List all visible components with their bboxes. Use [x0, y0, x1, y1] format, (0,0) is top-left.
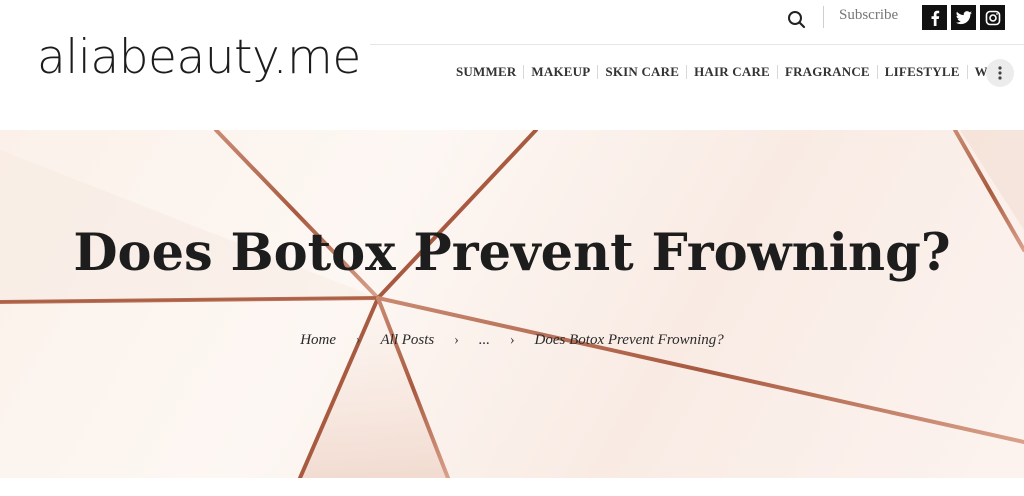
breadcrumb-ellipsis[interactable]: ...	[479, 332, 490, 349]
chevron-right-icon: ›	[454, 332, 460, 348]
site-header: aliabeauty.me Subscribe SUMMER MAKEUP SK…	[0, 0, 1024, 130]
page-title: Does Botox Prevent Frowning?	[73, 223, 951, 283]
breadcrumb-home[interactable]: Home	[300, 332, 336, 349]
nav-item-fragrance[interactable]: FRAGRANCE	[776, 65, 877, 79]
content-start	[0, 478, 1024, 496]
rose-gold-lines-decoration	[0, 130, 1024, 478]
breadcrumb-all-posts[interactable]: All Posts	[381, 332, 435, 349]
main-nav: SUMMER MAKEUP SKIN CARE HAIR CARE FRAGRA…	[450, 62, 1010, 82]
decorative-lines	[0, 130, 1024, 478]
nav-item-skin-care[interactable]: SKIN CARE	[597, 65, 686, 79]
instagram-icon[interactable]	[980, 5, 1005, 30]
nav-item-makeup[interactable]: MAKEUP	[523, 65, 597, 79]
twitter-icon[interactable]	[951, 5, 976, 30]
nav-item-hair-care[interactable]: HAIR CARE	[686, 65, 777, 79]
breadcrumb-current: Does Botox Prevent Frowning?	[534, 332, 724, 348]
nav-item-summer[interactable]: SUMMER	[450, 65, 523, 79]
subscribe-link[interactable]: Subscribe	[839, 7, 898, 24]
site-logo[interactable]: aliabeauty.me	[37, 30, 361, 85]
header-divider	[823, 6, 824, 28]
nav-item-lifestyle[interactable]: LIFESTYLE	[876, 65, 967, 79]
vertical-ellipsis-icon[interactable]	[986, 59, 1014, 87]
breadcrumb: Home › All Posts › ... › Does Botox Prev…	[0, 332, 1024, 349]
hero-banner: Does Botox Prevent Frowning? Home › All …	[0, 130, 1024, 478]
chevron-right-icon: ›	[509, 332, 515, 348]
chevron-right-icon: ›	[355, 332, 361, 348]
facebook-icon[interactable]	[922, 5, 947, 30]
search-icon[interactable]	[786, 8, 808, 30]
header-separator	[370, 44, 1024, 45]
